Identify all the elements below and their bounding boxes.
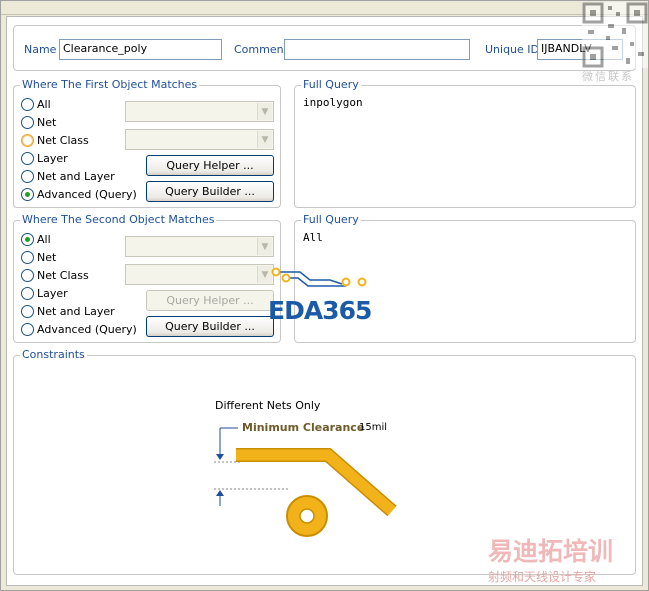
first-query-builder-button[interactable]: Query Builder ... [146,181,274,202]
radio-label: Net Class [37,268,89,282]
cn-watermark-subtitle: 射频和天线设计专家 [488,570,597,584]
radio-label: Net Class [37,133,89,147]
name-field[interactable]: Clearance_poly [59,39,222,60]
second-object-group: Where The Second Object Matches All Net … [13,213,281,343]
radio-label: Advanced (Query) [37,187,137,201]
qr-code-watermark [582,2,648,68]
min-clearance-label: Minimum Clearance [242,421,365,434]
second-net-class-combo[interactable]: ▼ [125,264,274,285]
second-full-query-legend: Full Query [301,213,361,226]
second-radio-advanced[interactable]: Advanced (Query) [21,321,137,337]
first-radio-layer[interactable]: Layer [21,150,68,166]
first-radio-advanced[interactable]: Advanced (Query) [21,186,137,202]
second-radio-net-class[interactable]: Net Class [21,267,89,283]
chevron-down-icon[interactable]: ▼ [257,131,272,148]
second-radio-all[interactable]: All [21,231,51,247]
selected-dot [25,191,30,197]
qr-caption: 微信联系 [582,70,634,83]
radio-label: All [37,232,51,246]
identity-group: Name Clearance_poly Comment Unique ID IJ… [13,25,636,71]
chevron-down-icon[interactable]: ▼ [257,103,272,120]
radio-circle[interactable] [21,232,34,246]
radio-circle[interactable] [21,115,34,129]
first-object-legend: Where The First Object Matches [20,78,200,91]
second-radio-layer[interactable]: Layer [21,285,68,301]
radio-label: Net [37,250,57,264]
first-object-group: Where The First Object Matches All Net N… [13,78,281,208]
second-radio-net[interactable]: Net [21,249,56,265]
radio-label: Net and Layer [37,304,115,318]
dialog-top-strip [1,1,648,15]
selected-dot [25,236,30,242]
radio-circle[interactable] [21,268,34,282]
second-net-combo[interactable]: ▼ [125,236,274,257]
radio-circle[interactable] [21,133,34,147]
radio-label: Net [37,115,57,129]
first-full-query-text[interactable]: inpolygon [303,96,363,109]
eda365-watermark: EDA365 [268,296,372,325]
radio-circle[interactable] [21,322,34,336]
radio-label: Layer [37,286,68,300]
first-radio-net-class[interactable]: Net Class [21,132,89,148]
name-label: Name [24,43,57,56]
chevron-down-icon[interactable]: ▼ [257,238,272,255]
unique-id-label: Unique ID [485,43,540,56]
cn-watermark-title: 易迪拓培训 [488,537,614,566]
first-net-combo[interactable]: ▼ [125,101,274,122]
second-object-legend: Where The Second Object Matches [20,213,217,226]
eda-logo-trace [271,267,367,287]
first-radio-net-and-layer[interactable]: Net and Layer [21,168,115,184]
radio-circle[interactable] [21,169,34,183]
radio-circle[interactable] [21,250,34,264]
first-full-query-legend: Full Query [301,78,361,91]
radio-label: All [37,97,51,111]
comment-field[interactable] [284,39,470,60]
second-query-builder-button[interactable]: Query Builder ... [146,316,274,337]
second-radio-net-and-layer[interactable]: Net and Layer [21,303,115,319]
comment-label: Comment [234,43,288,56]
radio-label: Advanced (Query) [37,322,137,336]
radio-label: Layer [37,151,68,165]
second-query-helper-button[interactable]: Query Helper ... [146,290,274,311]
first-radio-all[interactable]: All [21,96,51,112]
radio-circle[interactable] [21,286,34,300]
first-query-helper-button[interactable]: Query Helper ... [146,155,274,176]
first-full-query-group: Full Query inpolygon [294,78,636,208]
radio-circle[interactable] [21,151,34,165]
radio-circle[interactable] [21,97,34,111]
radio-circle[interactable] [21,187,34,201]
radio-label: Net and Layer [37,169,115,183]
radio-circle[interactable] [21,304,34,318]
second-full-query-text[interactable]: All [303,231,323,244]
first-net-class-combo[interactable]: ▼ [125,129,274,150]
first-radio-net[interactable]: Net [21,114,56,130]
min-clearance-value[interactable]: 15mil [359,422,387,433]
